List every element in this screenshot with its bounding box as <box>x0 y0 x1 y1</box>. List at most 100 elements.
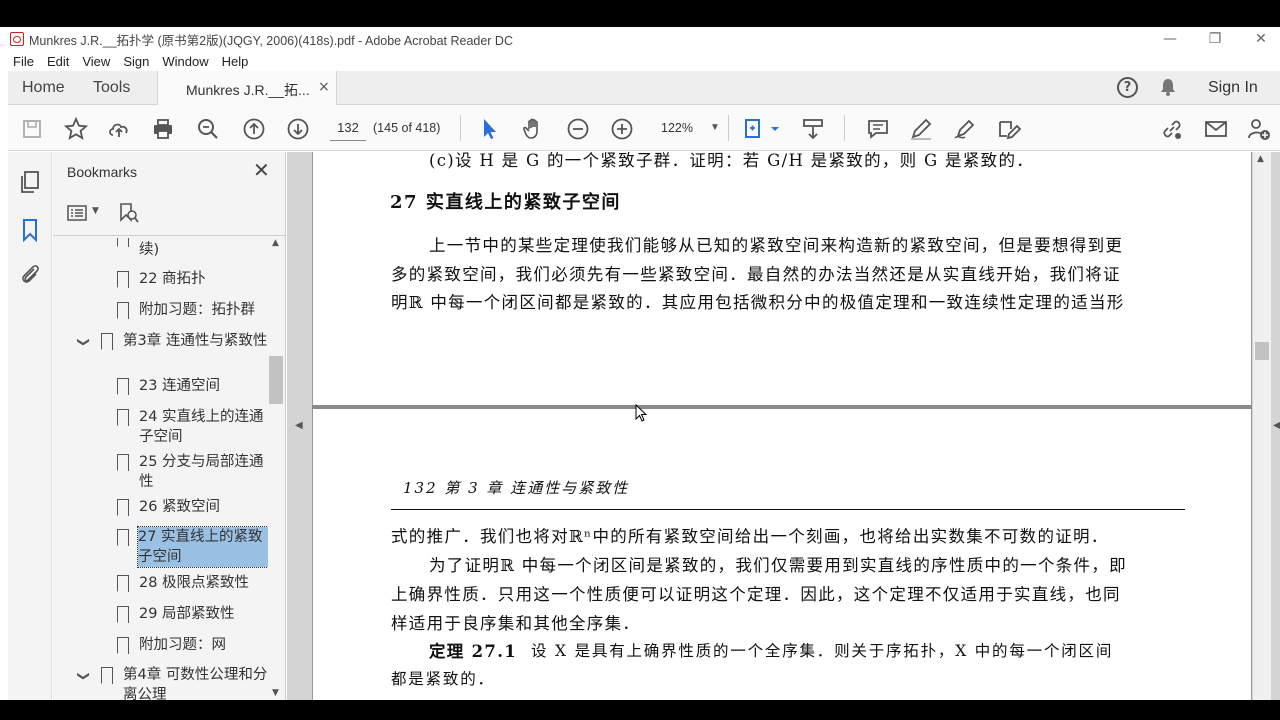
collapse-panel-icon[interactable]: ◀ <box>295 420 303 431</box>
expand-right-panel-icon[interactable]: ◀ <box>1273 420 1280 431</box>
tab-close-button[interactable]: × <box>318 79 330 95</box>
acrobat-window: Munkres J.R.__拓扑学 (原书第2版)(JQGY, 2006)(41… <box>0 27 1280 700</box>
zoom-out-icon[interactable] <box>565 116 591 142</box>
restore-button[interactable]: ❐ <box>1192 27 1238 51</box>
document-scrollbar[interactable]: ▲ <box>1253 152 1271 700</box>
add-user-icon[interactable] <box>1246 116 1272 142</box>
bookmark-item[interactable]: 26 紧致空间 <box>53 497 268 517</box>
edit-pdf-icon[interactable] <box>996 116 1022 142</box>
bookmark-flag-icon <box>117 637 129 654</box>
scroll-up-icon[interactable]: ▲ <box>1257 154 1264 164</box>
close-panel-button[interactable]: ✕ <box>253 158 270 182</box>
attachments-icon[interactable] <box>18 262 42 286</box>
sign-in-button[interactable]: Sign In <box>1208 79 1258 97</box>
bookmarks-scrollbar[interactable]: ▲ ▼ <box>269 238 285 700</box>
tab-document[interactable]: Munkres J.R.__拓... × <box>157 71 337 106</box>
bookmark-item[interactable]: 23 连通空间 <box>53 376 268 396</box>
toolbar-divider <box>728 115 729 141</box>
bookmark-item[interactable]: 续) <box>53 238 268 258</box>
toolbar-divider <box>844 115 845 141</box>
document-viewport[interactable]: ◀ (c)设 H 是 G 的一个紧致子群．证明：若 G/H 是紧致的，则 G 是… <box>287 151 1280 700</box>
highlight-pen-icon[interactable] <box>908 116 934 142</box>
page-number-input[interactable]: 132 <box>330 115 366 141</box>
bookmark-item[interactable]: 附加习题：网 <box>53 635 268 655</box>
menu-sign[interactable]: Sign <box>123 54 149 69</box>
bookmark-flag-icon <box>117 575 129 592</box>
menu-bar: File Edit View Sign Window Help <box>0 51 1280 71</box>
bookmarks-panel-icon[interactable] <box>18 218 42 242</box>
bookmark-flag-icon <box>117 378 129 395</box>
close-window-button[interactable]: ✕ <box>1238 27 1280 51</box>
previous-page-icon[interactable] <box>241 116 267 142</box>
scroll-down-icon[interactable]: ▼ <box>272 688 279 698</box>
theorem-statement: 都是紧致的． <box>391 670 495 688</box>
bookmark-item[interactable]: 附加习题：拓扑群 <box>53 300 268 320</box>
save-icon[interactable] <box>19 116 45 142</box>
zoom-value: 122% <box>661 121 693 135</box>
title-bar: Munkres J.R.__拓扑学 (原书第2版)(JQGY, 2006)(41… <box>0 27 1280 51</box>
scroll-mode-icon[interactable] <box>800 116 826 142</box>
hand-tool-icon[interactable] <box>521 116 547 142</box>
bookmarks-panel: Bookmarks ✕ ▼ 续) 22 商拓扑 附加习题：拓扑群 ❯ 第3章 连… <box>53 152 286 700</box>
zoom-in-icon[interactable] <box>609 116 635 142</box>
theorem-statement: 设 X 是具有上确界性质的一个全序集．则关于序拓扑，X 中的每一个闭区间 <box>531 642 1114 660</box>
zoom-level-select[interactable]: 122% ▼ <box>648 115 720 141</box>
menu-help[interactable]: Help <box>222 54 249 69</box>
share-upload-icon[interactable] <box>106 116 132 142</box>
pdf-page-131: (c)设 H 是 G 的一个紧致子群．证明：若 G/H 是紧致的，则 G 是紧致… <box>312 151 1252 405</box>
paragraph-line: 样适用于良序集和其他全序集． <box>391 614 641 633</box>
tab-bar: Home Tools Munkres J.R.__拓... × ? Sign I… <box>8 71 1280 106</box>
bookmark-item-selected[interactable]: 27 实直线上的紧致子空间 <box>53 526 268 568</box>
zoom-search-icon[interactable] <box>195 116 221 142</box>
scrollbar-thumb[interactable] <box>269 356 283 404</box>
bookmark-chapter-3[interactable]: ❯ 第3章 连通性与紧致性 <box>53 331 268 371</box>
scrollbar-thumb[interactable] <box>1255 342 1269 360</box>
comment-icon[interactable] <box>865 116 891 142</box>
bookmark-flag-icon <box>117 271 129 288</box>
paragraph-line: 多的紧致空间，我们必须先有一些紧致空间．最自然的办法当然还是从实直线开始，我们将… <box>391 265 1121 284</box>
paragraph-line: 上确界性质．只用这一个性质便可以证明这个定理．因此，这个定理不仅适用于实直线，也… <box>391 585 1121 604</box>
bookmark-star-icon[interactable] <box>63 116 89 142</box>
bookmark-chapter-4[interactable]: ❯ 第4章 可数性公理和分离公理 <box>53 665 268 700</box>
fill-sign-icon[interactable] <box>952 116 978 142</box>
next-page-icon[interactable] <box>285 116 311 142</box>
bookmark-options-icon[interactable] <box>67 205 89 221</box>
page-display-icon[interactable] <box>744 116 780 142</box>
bookmark-item[interactable]: 29 局部紧致性 <box>53 604 268 624</box>
screen-top-border <box>0 0 1280 27</box>
paragraph-line: 上一节中的某些定理使我们能够从已知的紧致空间来构造新的紧致空间，但是要想得到更 <box>429 236 1124 255</box>
acrobat-app-icon <box>10 32 24 46</box>
navigation-rail <box>8 152 52 700</box>
share-link-icon[interactable] <box>1159 116 1185 142</box>
bookmark-item[interactable]: 28 极限点紧致性 <box>53 573 268 593</box>
print-icon[interactable] <box>150 116 176 142</box>
paragraph-line: 式的推广．我们也将对ℝⁿ中的所有紧致空间给出一个刻画，也将给出实数集不可数的证明… <box>391 527 1109 546</box>
bookmark-item[interactable]: 22 商拓扑 <box>53 269 268 289</box>
email-icon[interactable] <box>1203 116 1229 142</box>
scroll-up-icon[interactable]: ▲ <box>272 238 279 248</box>
find-bookmark-icon[interactable] <box>118 202 140 224</box>
minimize-button[interactable]: — <box>1147 27 1193 51</box>
tab-home[interactable]: Home <box>22 71 65 105</box>
menu-edit[interactable]: Edit <box>47 54 69 69</box>
page-thumbnails-icon[interactable] <box>18 170 42 194</box>
menu-view[interactable]: View <box>82 54 110 69</box>
bookmark-flag-icon <box>117 409 129 426</box>
paragraph-line: 明ℝ 中每一个闭区间都是紧致的．其应用包括微积分中的极值定理和一致连续性定理的适… <box>391 293 1125 312</box>
bookmark-flag-icon <box>117 302 129 319</box>
tab-tools[interactable]: Tools <box>93 71 130 105</box>
screen-bottom-border <box>0 700 1280 720</box>
menu-window[interactable]: Window <box>162 54 208 69</box>
paragraph-line: 为了证明ℝ 中每一个闭区间是紧致的，我们仅需要用到实直线的序性质中的一个条件，即 <box>429 556 1127 575</box>
menu-file[interactable]: File <box>13 54 34 69</box>
chevron-down-icon[interactable]: ❯ <box>74 337 94 347</box>
bookmark-item[interactable]: 25 分支与局部连通性 <box>53 452 268 492</box>
window-title: Munkres J.R.__拓扑学 (原书第2版)(JQGY, 2006)(41… <box>29 33 513 48</box>
help-icon[interactable]: ? <box>1117 77 1138 98</box>
theorem-label: 定理 27.1 <box>429 642 518 661</box>
chevron-down-icon[interactable]: ❯ <box>74 671 94 681</box>
bookmark-item[interactable]: 24 实直线上的连通子空间 <box>53 407 268 447</box>
page-count-label: (145 of 418) <box>373 121 441 135</box>
notification-bell-icon[interactable] <box>1160 78 1176 96</box>
select-cursor-icon[interactable] <box>477 116 503 142</box>
